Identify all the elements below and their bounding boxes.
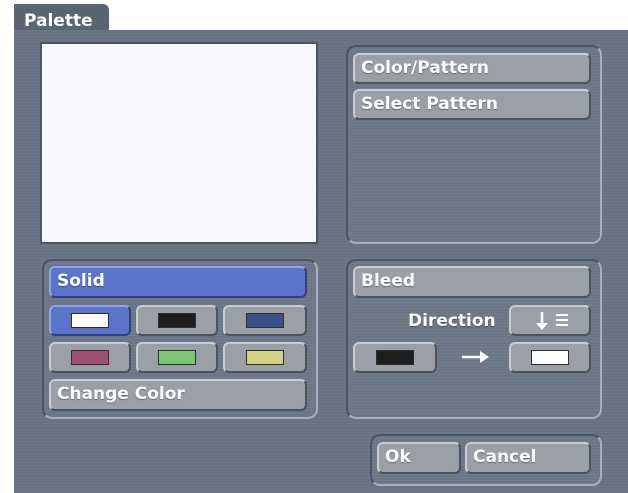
arrow-down-lines-icon (536, 311, 568, 330)
swatch-button[interactable] (223, 305, 307, 336)
bleed-from-color-button[interactable] (353, 342, 437, 373)
magenta-swatch (71, 350, 109, 365)
solid-button[interactable]: Solid (49, 266, 307, 298)
from-color-swatch (376, 350, 414, 365)
direction-button[interactable] (509, 305, 591, 336)
select-pattern-button[interactable]: Select Pattern (353, 89, 591, 120)
blue-swatch (246, 313, 284, 328)
cancel-button[interactable]: Cancel (465, 442, 591, 474)
direction-label: Direction (408, 311, 496, 331)
to-color-swatch (531, 350, 569, 365)
color-pattern-button[interactable]: Color/Pattern (353, 53, 591, 84)
black-swatch (158, 313, 196, 328)
change-color-button[interactable]: Change Color (49, 379, 307, 411)
green-swatch (158, 350, 196, 365)
swatch-button[interactable] (136, 342, 218, 373)
bleed-button[interactable]: Bleed (353, 266, 591, 298)
yellow-swatch (246, 350, 284, 365)
arrow-right-icon (462, 351, 489, 363)
ok-button[interactable]: Ok (377, 442, 461, 474)
bleed-to-color-button[interactable] (509, 342, 591, 373)
swatch-button[interactable] (49, 305, 131, 336)
swatch-button[interactable] (223, 342, 307, 373)
swatch-button[interactable] (49, 342, 131, 373)
color-preview (40, 42, 318, 244)
white-swatch (71, 313, 109, 328)
swatch-button[interactable] (136, 305, 218, 336)
